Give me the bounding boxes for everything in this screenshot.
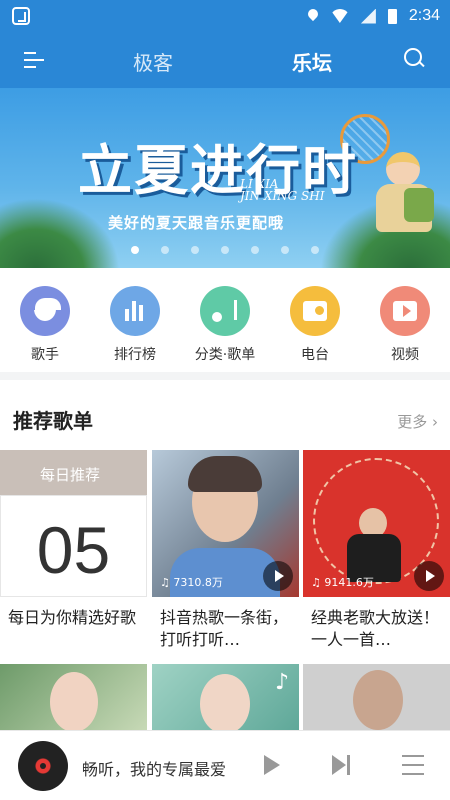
tab-geek[interactable]: 极客 (133, 47, 173, 76)
menu-icon[interactable] (24, 52, 44, 68)
now-playing-text: 畅听，我的专属最爱 (82, 760, 227, 779)
banner-dot[interactable] (191, 246, 199, 254)
top-nav-bar: 极客 乐坛 (0, 32, 450, 88)
play-button[interactable] (414, 561, 444, 591)
playlist-card[interactable]: ♪ (152, 664, 299, 730)
battery-icon (387, 8, 397, 24)
playlist-title: 每日为你精选好歌 (8, 608, 137, 627)
mini-player[interactable]: 畅听，我的专属最爱 (0, 730, 450, 800)
radio-icon (290, 286, 340, 336)
playlist-cover: ♫ 7310.8万 (152, 450, 299, 597)
play-count: ♫ 7310.8万 (160, 574, 223, 590)
banner-dot[interactable] (221, 246, 229, 254)
quick-entry-label: 分类·歌单 (194, 347, 256, 363)
signal-icon (360, 8, 376, 24)
play-count-value: 9141.6万 (324, 576, 374, 589)
banner-dot[interactable] (311, 246, 319, 254)
banner-plants-left (0, 198, 120, 268)
singer-icon (20, 286, 70, 336)
hair-image (188, 456, 262, 492)
playlist-cover (303, 664, 450, 730)
quick-entry-label: 歌手 (31, 347, 59, 363)
playlist-title: 抖音热歌一条街，打听打听… (160, 608, 289, 649)
playlist-cover (0, 664, 147, 730)
play-button[interactable] (263, 561, 293, 591)
app-notification-icon (12, 7, 30, 25)
location-icon (307, 9, 319, 23)
tab-music-forum[interactable]: 乐坛 (292, 47, 332, 76)
promo-banner[interactable]: 立夏进行时 LI XIA JIN XING SHI 美好的夏天跟音乐更配哦 (0, 88, 450, 268)
chart-bars-icon (110, 286, 160, 336)
next-track-icon[interactable] (332, 755, 352, 775)
quick-entry-label: 电台 (301, 347, 329, 363)
quick-entry[interactable]: 歌手 (5, 286, 85, 364)
portrait-image (200, 674, 250, 730)
more-label: 更多 (397, 413, 428, 431)
video-icon (380, 286, 430, 336)
daily-header: 每日推荐 (0, 450, 147, 495)
quick-entries: 歌手 排行榜 分类·歌单 电台 视频 (0, 268, 450, 372)
banner-english-line2: JIN XING SHI (240, 189, 325, 203)
quick-entry[interactable]: 电台 (275, 286, 355, 364)
play-count: ♫ 9141.6万 (311, 574, 374, 590)
banner-dot[interactable] (281, 246, 289, 254)
headphones-icon: ♫ (160, 576, 170, 589)
playlist-card[interactable] (0, 664, 147, 730)
playlist-icon[interactable] (402, 755, 424, 775)
more-link[interactable]: 更多 › (397, 411, 438, 432)
playlist-cover: ♪ (152, 664, 299, 730)
child-illustration (370, 148, 436, 248)
playlist-cover: ♫ 9141.6万 (303, 450, 450, 597)
banner-pagination (0, 246, 450, 254)
banner-dot[interactable] (251, 246, 259, 254)
portrait-image (353, 670, 403, 730)
playlist-card[interactable]: 每日推荐 05 每日为你精选好歌 (0, 450, 147, 651)
status-icons: 2:34 (307, 6, 440, 26)
search-icon[interactable] (404, 48, 426, 70)
portrait-image (50, 672, 98, 730)
daily-label: 每日推荐 (40, 466, 101, 484)
quick-entry-label: 排行榜 (114, 347, 156, 363)
playlist-card[interactable]: ♫ 7310.8万 抖音热歌一条街，打听打听… (152, 450, 299, 651)
wifi-icon (331, 9, 349, 23)
playlist-card[interactable] (303, 664, 450, 730)
banner-subtitle: 美好的夏天跟音乐更配哦 (108, 214, 285, 232)
music-note-icon (200, 286, 250, 336)
status-time: 2:34 (408, 7, 440, 24)
play-icon[interactable] (264, 755, 280, 775)
quick-entry[interactable]: 视频 (365, 286, 445, 364)
banner-dot[interactable] (131, 246, 139, 254)
quick-entry[interactable]: 排行榜 (95, 286, 175, 364)
section-title-recommend: 推荐歌单 (13, 409, 93, 433)
chevron-right-icon: › (432, 413, 438, 431)
tiktok-icon: ♪ (274, 670, 289, 695)
section-divider (0, 372, 450, 380)
play-count-value: 7310.8万 (173, 576, 223, 589)
daily-number: 05 (36, 513, 111, 587)
banner-english-title: LI XIA JIN XING SHI (240, 178, 324, 202)
banner-dot[interactable] (161, 246, 169, 254)
playlist-title: 经典老歌大放送！一人一首… (311, 608, 440, 649)
quick-entry[interactable]: 分类·歌单 (185, 286, 265, 364)
headphones-icon: ♫ (311, 576, 321, 589)
album-disc-icon[interactable] (18, 741, 68, 791)
playlist-card[interactable]: ♫ 9141.6万 经典老歌大放送！一人一首… (303, 450, 450, 651)
status-bar: 2:34 (0, 0, 450, 32)
quick-entry-label: 视频 (391, 347, 419, 363)
playlist-cover: 每日推荐 05 (0, 450, 147, 597)
